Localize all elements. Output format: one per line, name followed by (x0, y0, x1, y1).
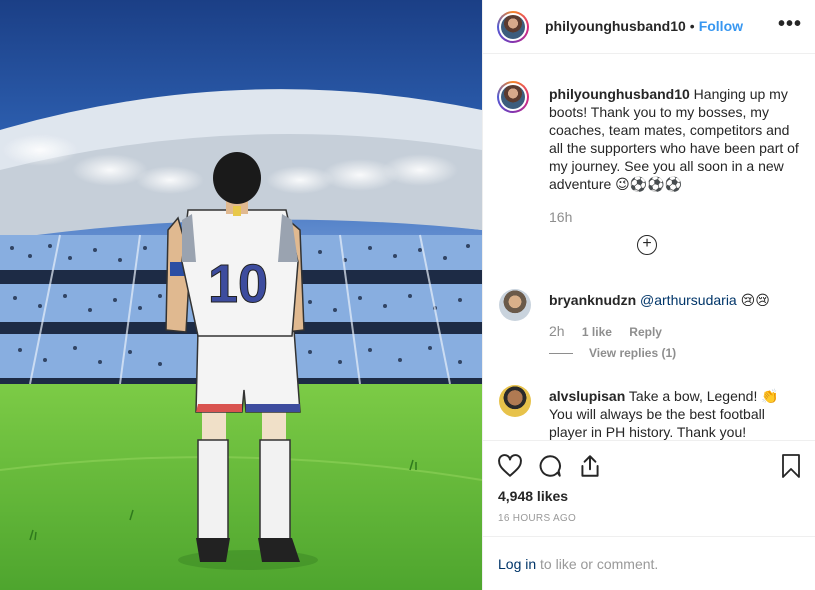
post-image[interactable]: 10 (0, 0, 482, 590)
likes-count[interactable]: 4,948 likes (498, 488, 568, 504)
caption-username[interactable]: philyounghusband10 (549, 86, 690, 102)
reply-button[interactable]: Reply (629, 325, 662, 339)
comment-mention[interactable]: @arthursudaria (640, 292, 737, 308)
like-heart-icon[interactable] (497, 453, 523, 479)
load-more-comments-button[interactable]: + (637, 235, 657, 255)
owner-username[interactable]: philyounghusband10 (545, 18, 686, 34)
jersey-number: 10 (208, 254, 268, 314)
owner-avatar[interactable] (497, 11, 529, 43)
separator-dot: • (689, 18, 695, 34)
stadium-illustration: 10 (0, 0, 482, 590)
view-replies[interactable]: View replies (1) (549, 346, 676, 360)
post-timestamp[interactable]: 16 HOURS AGO (498, 513, 576, 524)
comment-meta: 2h 1 like Reply (549, 323, 662, 339)
commenter-avatar[interactable] (499, 289, 531, 321)
share-icon[interactable] (577, 453, 603, 479)
save-bookmark-icon[interactable] (779, 453, 803, 479)
caption-avatar[interactable] (497, 81, 529, 113)
commenter-avatar[interactable] (499, 385, 531, 417)
caption: philyounghusband10 Hanging up my boots! … (549, 85, 799, 193)
caption-age: 16h (549, 209, 573, 225)
comment: bryanknudzn @arthursudaria 😢😢 (549, 291, 799, 309)
follow-button[interactable]: Follow (699, 18, 743, 34)
replies-divider (549, 353, 573, 355)
login-rest-text: to like or comment. (536, 556, 659, 572)
login-link[interactable]: Log in (498, 556, 536, 572)
more-options-icon[interactable]: ••• (778, 14, 802, 34)
comments-section[interactable]: philyounghusband10 Hanging up my boots! … (483, 55, 815, 440)
post-sidebar: philyounghusband10 • Follow ••• philyoungh… (482, 0, 815, 590)
comment-username[interactable]: bryanknudzn (549, 292, 636, 308)
post-actions: 4,948 likes 16 HOURS AGO (483, 440, 815, 536)
comment-bubble-icon[interactable] (537, 453, 563, 479)
comment-text: 😢😢 (740, 292, 770, 308)
comment-age: 2h (549, 323, 565, 339)
comment-username[interactable]: alvslupisan (549, 388, 625, 404)
login-prompt: Log in to like or comment. (483, 536, 815, 590)
comment-likes[interactable]: 1 like (582, 325, 612, 339)
post-header: philyounghusband10 • Follow ••• (483, 0, 815, 54)
view-replies-link[interactable]: View replies (1) (589, 346, 676, 360)
comment: alvslupisan Take a bow, Legend! 👏 You wi… (549, 387, 779, 440)
